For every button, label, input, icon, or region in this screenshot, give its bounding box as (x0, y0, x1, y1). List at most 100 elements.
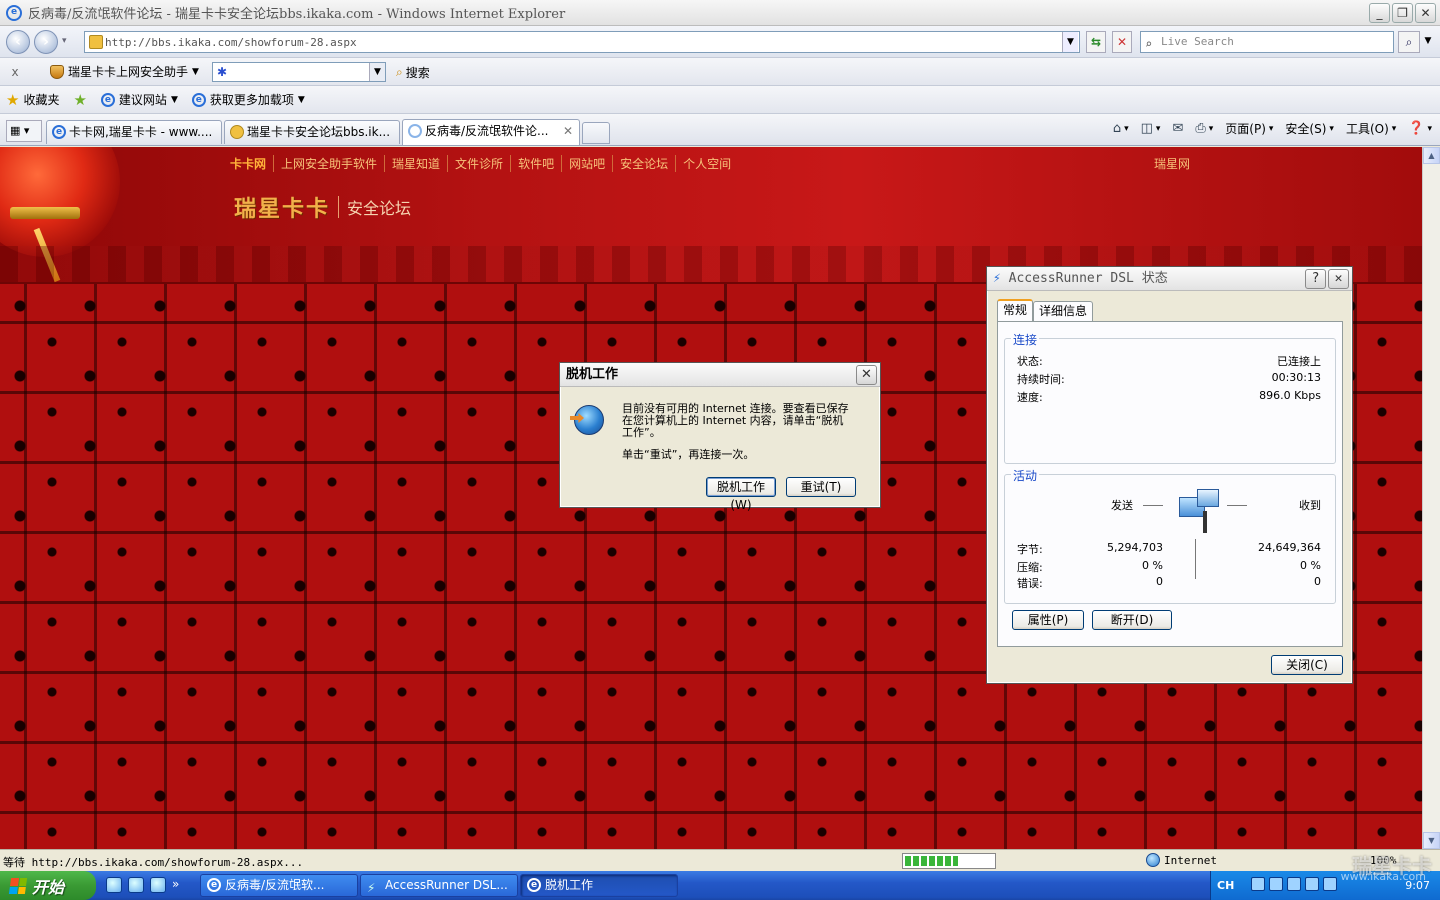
minimize-button[interactable]: _ (1369, 3, 1390, 23)
language-indicator[interactable]: CH (1217, 879, 1234, 892)
address-dropdown-icon[interactable]: ▼ (1062, 32, 1078, 52)
nav-link[interactable]: 瑞星知道 (385, 155, 449, 172)
nav-link[interactable]: 软件吧 (511, 155, 563, 172)
feeds-button[interactable]: ◫ ▾ (1141, 121, 1161, 136)
nav-link[interactable]: 上网安全助手软件 (274, 155, 386, 172)
ruixing-link[interactable]: 瑞星网 (1154, 155, 1190, 172)
nav-link[interactable]: 卡卡网 (230, 155, 275, 172)
globe-icon (1146, 853, 1160, 867)
retry-button[interactable]: 重试(T) (786, 477, 856, 497)
maximize-button[interactable]: ❐ (1392, 3, 1413, 23)
nav-link[interactable]: 文件诊所 (448, 155, 512, 172)
bytes-sent: 5,294,703 (1107, 541, 1163, 554)
tab-details[interactable]: 详细信息 (1033, 301, 1094, 321)
forward-button[interactable]: › (34, 30, 58, 54)
favorites-button[interactable]: ★ 收藏夹 (6, 91, 59, 109)
sent-label: 发送 (1111, 499, 1133, 512)
media-quicklaunch-icon[interactable] (150, 877, 166, 893)
search-go-button[interactable]: ⌕ (1398, 31, 1420, 53)
quicklaunch-more-icon[interactable]: » (172, 877, 179, 893)
vertical-scrollbar[interactable]: ▲ ▼ (1422, 147, 1440, 849)
errors-label: 错误: (1017, 577, 1043, 590)
mail-icon: ✉ (1172, 121, 1184, 136)
page-menu[interactable]: 页面(P) ▾ (1225, 120, 1273, 137)
activity-group-label: 活动 (1011, 467, 1040, 484)
update-icon[interactable] (1323, 877, 1337, 891)
loading-icon (408, 124, 422, 138)
get-addons-button[interactable]: e 获取更多加载项 ▼ (191, 91, 305, 108)
close-button[interactable]: ✕ (1415, 3, 1436, 23)
windows-flag-icon (8, 877, 28, 894)
toolbar-close-button[interactable]: x (0, 65, 30, 79)
print-button[interactable]: ⎙ ▾ (1195, 121, 1213, 136)
scroll-up-icon[interactable]: ▲ (1423, 147, 1440, 164)
combo-dropdown-icon[interactable]: ▼ (369, 63, 385, 81)
volume-icon[interactable] (1305, 877, 1319, 891)
chevron-down-icon: ▾ (1208, 123, 1214, 134)
tab-kaka[interactable]: e 卡卡网,瑞星卡卡 - www.... (46, 120, 222, 144)
refresh-button[interactable]: ⇆ (1086, 31, 1106, 53)
tab-close-icon[interactable]: ✕ (563, 120, 573, 142)
dsl-dialog-close-button[interactable]: ✕ (1328, 269, 1349, 289)
add-favorite-button[interactable]: ★ (73, 91, 86, 109)
errors-sent: 0 (1156, 575, 1163, 588)
tools-menu[interactable]: 工具(O) ▾ (1346, 120, 1396, 137)
ie-quicklaunch-icon[interactable] (106, 877, 122, 893)
address-input[interactable]: http://bbs.ikaka.com/showforum-28.aspx (84, 31, 1080, 53)
task-dsl[interactable]: ⚡ AccessRunner DSL... (360, 874, 518, 897)
ie-icon: e (207, 878, 221, 892)
history-dropdown-icon[interactable]: ▾ (62, 36, 67, 46)
tab-general[interactable]: 常规 (997, 299, 1034, 321)
security-zone[interactable]: Internet (1146, 853, 1217, 867)
help-button[interactable]: ? (1305, 269, 1326, 289)
status-bar: 等待 http://bbs.ikaka.com/showforum-28.asp… (0, 849, 1440, 871)
toolbar-search-combo[interactable]: ✱ ▼ (212, 62, 386, 82)
nav-link[interactable]: 个人空间 (676, 155, 738, 172)
task-offline[interactable]: e 脱机工作 (520, 874, 678, 897)
search-options-icon[interactable]: ▼ (1422, 31, 1434, 53)
antivirus-tray-icon[interactable] (1287, 877, 1301, 891)
network-tray-icon[interactable] (1269, 877, 1283, 891)
dsl-dialog-titlebar: ⚡ AccessRunner DSL 状态 ? ✕ (987, 267, 1352, 291)
tab-antivirus-forum[interactable]: 反病毒/反流氓软件论... ✕ (402, 119, 580, 145)
compression-label: 压缩: (1017, 561, 1043, 574)
live-search-input[interactable]: ⌕ Live Search (1140, 31, 1394, 53)
task-ie[interactable]: e 反病毒/反流氓软... (200, 874, 358, 897)
help-button[interactable]: ❓ ▾ (1408, 121, 1432, 136)
stop-button[interactable]: ✕ (1112, 31, 1132, 53)
site-logo[interactable]: 瑞星卡卡 安全论坛 (234, 191, 411, 223)
watermark-url: www.ikaka.com (1340, 870, 1426, 883)
activity-group: 活动 发送 收到 字节: 5,294,703 24,649,364 压缩: 0 … (1004, 467, 1336, 604)
network-icon: ⚡ (993, 271, 1001, 286)
compression-received: 0 % (1300, 559, 1321, 572)
start-button[interactable]: 开始 (0, 871, 96, 900)
dsl-tabs: 常规 详细信息 (997, 299, 1094, 321)
desktop-quicklaunch-icon[interactable] (128, 877, 144, 893)
assistant-menu[interactable]: 瑞星卡卡上网安全助手 ▼ (50, 63, 199, 80)
tab-forum[interactable]: 瑞星卡卡安全论坛bbs.ik... (224, 120, 400, 144)
disconnect-button[interactable]: 断开(D) (1092, 610, 1172, 630)
nav-link[interactable]: 网站吧 (562, 155, 614, 172)
properties-button[interactable]: 属性(P) (1012, 610, 1084, 630)
offline-message: 目前没有可用的 Internet 连接。要查看已保存在您计算机上的 Intern… (622, 403, 854, 461)
suggested-sites-button[interactable]: e 建议网站 ▼ (100, 91, 178, 108)
chevron-down-icon: ▼ (297, 94, 305, 105)
quick-tabs-button[interactable]: ▦ ▾ (6, 120, 42, 142)
nav-link[interactable]: 安全论坛 (613, 155, 677, 172)
tab-label: 卡卡网,瑞星卡卡 - www.... (69, 125, 213, 139)
new-tab-button[interactable] (582, 122, 610, 144)
mail-button[interactable]: ✉ (1172, 121, 1183, 136)
offline-dialog-close-button[interactable]: ✕ (856, 365, 877, 385)
lantern-cap (10, 207, 80, 219)
rss-icon: ◫ (1140, 121, 1153, 136)
scroll-down-icon[interactable]: ▼ (1423, 832, 1440, 849)
back-button[interactable]: ‹ (6, 30, 30, 54)
work-offline-button[interactable]: 脱机工作(W) (706, 477, 776, 512)
home-button[interactable]: ⌂ ▾ (1113, 121, 1129, 136)
toolbar-search-button[interactable]: ⌕ 搜索 (396, 64, 430, 81)
tools-menu-label: 工具(O) (1345, 122, 1389, 136)
ime-icon[interactable] (1251, 877, 1265, 891)
close-dialog-button[interactable]: 关闭(C) (1271, 655, 1343, 675)
safety-menu[interactable]: 安全(S) ▾ (1285, 120, 1334, 137)
ie-page-icon: e (100, 92, 115, 107)
